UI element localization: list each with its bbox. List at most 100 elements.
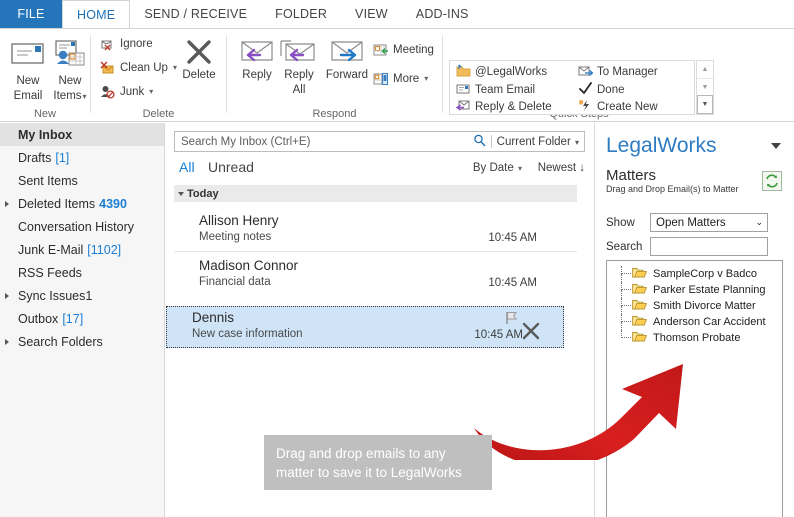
- junk-icon: [99, 84, 116, 99]
- sidebar-label: Deleted Items: [18, 196, 96, 211]
- message-subject: Financial data: [199, 276, 271, 288]
- message-time: 10:45 AM: [474, 329, 523, 341]
- sort-newest[interactable]: Newest ↓: [538, 162, 585, 174]
- matter-item[interactable]: SampleCorp v Badco: [607, 266, 782, 282]
- message-row-dennis[interactable]: Dennis New case information 10:45 AM: [166, 306, 564, 348]
- legalworks-title: LegalWorks: [606, 134, 717, 157]
- expand-arrow-icon[interactable]: [5, 200, 9, 207]
- sidebar-label: My Inbox: [18, 127, 73, 142]
- new-items-icon: [46, 33, 94, 73]
- ignore-button[interactable]: Ignore: [99, 36, 153, 51]
- sidebar-item-sent-items[interactable]: Sent Items: [0, 169, 164, 192]
- quick-steps-scrollbar[interactable]: ▲ ▼ ▼: [696, 60, 714, 115]
- quick-steps-scroll-up[interactable]: ▲: [697, 61, 713, 78]
- panel-collapse-icon[interactable]: [771, 143, 781, 149]
- clean-up-icon: [99, 60, 116, 75]
- message-row-allison-henry[interactable]: Allison Henry Meeting notes 10:45 AM: [174, 210, 577, 252]
- sidebar-item-sync-issues[interactable]: Sync Issues1: [0, 284, 164, 307]
- quickstep-to-manager[interactable]: To Manager: [578, 64, 658, 80]
- matter-label: SampleCorp v Badco: [653, 268, 757, 280]
- search-bar[interactable]: Search My Inbox (Ctrl+E) Current Folder …: [174, 131, 585, 152]
- new-items-label-1: New: [58, 75, 82, 87]
- matter-item[interactable]: Smith Divorce Matter: [607, 298, 782, 314]
- new-items-button[interactable]: New Items▾: [46, 33, 94, 103]
- quickstep-legalworks[interactable]: @LegalWorks: [456, 64, 547, 80]
- tab-file[interactable]: FILE: [0, 0, 62, 28]
- tab-send-receive[interactable]: SEND / RECEIVE: [130, 0, 261, 28]
- clean-up-button[interactable]: Clean Up ▾: [99, 60, 177, 75]
- reply-all-icon: [275, 35, 323, 67]
- matter-search-input[interactable]: [650, 237, 768, 256]
- filter-unread[interactable]: Unread: [208, 159, 254, 175]
- search-icon[interactable]: [469, 134, 491, 150]
- sidebar-item-deleted-items[interactable]: Deleted Items 4390: [0, 192, 164, 215]
- group-header-today[interactable]: Today: [174, 185, 577, 202]
- ribbon-tabbar: FILE HOME SEND / RECEIVE FOLDER VIEW ADD…: [0, 0, 794, 29]
- quickstep-reply-delete[interactable]: Reply & Delete: [455, 99, 552, 115]
- forward-button[interactable]: Forward: [317, 35, 377, 82]
- sort-by-date[interactable]: By Date ▾: [473, 162, 522, 174]
- sidebar-label: RSS Feeds: [18, 265, 82, 280]
- sidebar-label: Conversation History: [18, 219, 135, 234]
- sidebar-item-conversation-history[interactable]: Conversation History: [0, 215, 164, 238]
- junk-button[interactable]: Junk ▾: [99, 84, 153, 99]
- sidebar-item-my-inbox[interactable]: My Inbox: [0, 123, 164, 146]
- collapse-triangle-icon[interactable]: [178, 191, 184, 196]
- filter-all[interactable]: All: [179, 159, 195, 175]
- sidebar-label: Sync Issues1: [18, 288, 93, 303]
- new-email-button[interactable]: New Email: [4, 33, 52, 103]
- tab-home[interactable]: HOME: [62, 0, 131, 29]
- matter-item[interactable]: Thomson Probate: [607, 330, 782, 346]
- quickstep-done[interactable]: Done: [578, 82, 625, 98]
- matter-item[interactable]: Anderson Car Accident: [607, 314, 782, 330]
- reply-button[interactable]: Reply: [233, 35, 281, 82]
- folder-icon: [632, 299, 648, 311]
- show-dropdown[interactable]: Open Matters ⌄: [650, 213, 768, 232]
- delete-button[interactable]: Delete: [173, 37, 225, 82]
- chevron-down-icon: ▾: [517, 164, 522, 173]
- quickstep-create-new[interactable]: Create New: [578, 99, 658, 115]
- expand-arrow-icon[interactable]: [5, 292, 9, 299]
- sidebar-item-junk-email[interactable]: Junk E-Mail [1102]: [0, 238, 164, 261]
- sidebar-item-drafts[interactable]: Drafts [1]: [0, 146, 164, 169]
- chevron-down-icon: ▾: [424, 74, 429, 83]
- flag-icon[interactable]: [505, 311, 518, 330]
- reply-all-button[interactable]: Reply All: [275, 35, 323, 97]
- search-label: Search: [606, 240, 643, 253]
- chevron-down-icon: ▾: [149, 87, 154, 96]
- message-time: 10:45 AM: [488, 232, 537, 244]
- sidebar-item-outbox[interactable]: Outbox [17]: [0, 307, 164, 330]
- sidebar-item-search-folders[interactable]: Search Folders: [0, 330, 164, 353]
- search-input[interactable]: Search My Inbox (Ctrl+E): [175, 136, 469, 148]
- reply-all-label-1: Reply: [284, 69, 314, 81]
- matter-item[interactable]: Parker Estate Planning: [607, 282, 782, 298]
- delete-label: Delete: [182, 69, 216, 81]
- sidebar-item-rss-feeds[interactable]: RSS Feeds: [0, 261, 164, 284]
- quick-steps-more[interactable]: ▼: [697, 95, 713, 115]
- show-label: Show: [606, 216, 635, 229]
- message-sender: Dennis: [192, 310, 235, 325]
- chevron-down-icon: ▾: [574, 137, 579, 147]
- quickstep-done-label: Done: [597, 84, 625, 96]
- tab-folder[interactable]: FOLDER: [261, 0, 341, 28]
- folder-icon: [632, 283, 648, 295]
- delete-message-icon[interactable]: [521, 321, 541, 346]
- search-scope-dropdown[interactable]: Current Folder ▾: [492, 136, 584, 148]
- message-subject: New case information: [192, 328, 303, 340]
- quick-steps-scroll-down[interactable]: ▼: [697, 77, 713, 96]
- callout-line-1: Drag and drop emails to any: [276, 446, 446, 461]
- quickstep-team-email[interactable]: Team Email: [456, 82, 535, 98]
- refresh-icon[interactable]: [762, 171, 782, 191]
- meeting-button[interactable]: Meeting: [372, 42, 434, 57]
- show-field-row: Show Open Matters ⌄: [606, 213, 768, 232]
- tree-line: [621, 282, 631, 290]
- sidebar-label: Sent Items: [18, 173, 78, 188]
- folder-icon: [632, 267, 648, 279]
- tab-add-ins[interactable]: ADD-INS: [402, 0, 483, 28]
- search-field-row: Search: [606, 237, 768, 256]
- message-row-madison-connor[interactable]: Madison Connor Financial data 10:45 AM: [174, 255, 577, 297]
- more-button[interactable]: More ▾: [372, 71, 428, 86]
- expand-arrow-icon[interactable]: [5, 338, 9, 345]
- tab-view[interactable]: VIEW: [341, 0, 402, 28]
- quick-steps-gallery: @LegalWorks To Manager Team Email Done R…: [449, 60, 695, 115]
